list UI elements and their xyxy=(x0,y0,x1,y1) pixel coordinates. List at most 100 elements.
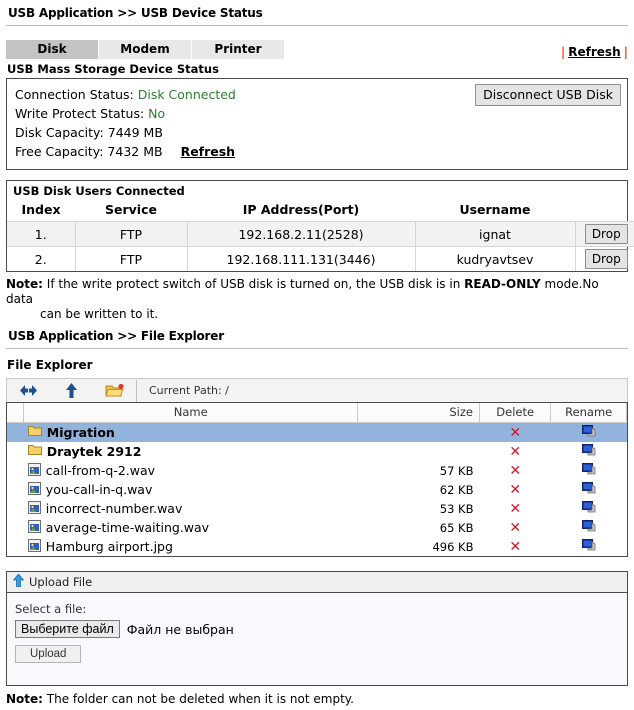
delete-icon[interactable]: ✕ xyxy=(509,540,521,554)
delete-cell[interactable]: ✕ xyxy=(479,518,550,537)
bottom-note-text: The folder can not be deleted when it is… xyxy=(42,692,354,706)
file-name-text: Hamburg airport.jpg xyxy=(45,539,173,554)
delete-cell[interactable]: ✕ xyxy=(479,422,551,442)
file-name-cell[interactable]: average-time-waiting.wav xyxy=(24,518,358,537)
tab-modem[interactable]: Modem xyxy=(99,40,192,59)
tab-disk-label: Disk xyxy=(37,42,67,56)
upload-file-body: Select a file: Выберите файл Файл не выб… xyxy=(7,593,627,685)
tab-printer-label: Printer xyxy=(214,42,262,56)
list-item[interactable]: Draytek 2912 ✕ xyxy=(7,442,627,461)
file-size-cell: 53 KB xyxy=(439,501,474,516)
users-col-index: Index xyxy=(21,202,61,217)
upload-button[interactable]: Upload xyxy=(15,645,82,663)
row-gutter xyxy=(7,537,24,556)
user-action-cell: Drop xyxy=(575,221,634,247)
delete-icon[interactable]: ✕ xyxy=(509,502,521,516)
tab-disk[interactable]: Disk xyxy=(6,40,99,59)
delete-icon[interactable]: ✕ xyxy=(509,521,521,535)
free-capacity-value: 7432 MB xyxy=(107,144,163,159)
free-capacity-label: Free Capacity: xyxy=(15,144,104,159)
rename-icon[interactable] xyxy=(581,425,596,440)
refresh-icon[interactable] xyxy=(7,380,50,402)
file-input-row: Выберите файл Файл не выбран xyxy=(15,620,619,638)
pipe-left: | xyxy=(560,45,566,59)
user-service: FTP xyxy=(75,246,188,271)
drop-button[interactable]: Drop xyxy=(584,249,628,269)
table-row: 2. FTP 192.168.111.131(3446) kudryavtsev… xyxy=(7,246,634,271)
file-col-gutter xyxy=(7,403,25,423)
file-header-row: Name Size Delete Rename xyxy=(7,403,627,423)
file-name-cell[interactable]: you-call-in-q.wav xyxy=(24,480,358,499)
delete-icon[interactable]: ✕ xyxy=(509,464,521,478)
file-size-cell: 62 KB xyxy=(439,482,474,497)
user-index: 2. xyxy=(7,246,76,271)
usb-disk-users-title: USB Disk Users Connected xyxy=(13,184,185,198)
delete-icon[interactable]: ✕ xyxy=(509,483,521,497)
refresh-link-capacity[interactable]: Refresh xyxy=(181,144,236,159)
file-size-cell xyxy=(358,442,480,461)
device-status-panel: Disconnect USB Disk Connection Status: D… xyxy=(6,78,628,170)
file-icon xyxy=(27,481,41,498)
rename-icon[interactable] xyxy=(581,444,596,459)
note-text-1: If the write protect switch of USB disk … xyxy=(42,277,465,291)
list-item[interactable]: call-from-q-2.wav 57 KB ✕ xyxy=(7,461,627,480)
current-path-label: Current Path: / xyxy=(149,384,229,397)
rename-cell[interactable] xyxy=(551,461,627,480)
user-service: FTP xyxy=(75,221,188,247)
delete-cell[interactable]: ✕ xyxy=(479,537,550,556)
new-folder-icon[interactable] xyxy=(93,380,136,402)
file-name-text: Migration xyxy=(46,425,115,440)
rename-icon[interactable] xyxy=(581,463,596,478)
file-name-cell[interactable]: Hamburg airport.jpg xyxy=(24,537,358,556)
rename-cell[interactable] xyxy=(551,442,627,461)
delete-cell[interactable]: ✕ xyxy=(479,480,550,499)
rename-icon[interactable] xyxy=(581,520,596,535)
delete-cell[interactable]: ✕ xyxy=(479,461,550,480)
user-index: 1. xyxy=(7,221,76,247)
tab-printer[interactable]: Printer xyxy=(192,40,285,59)
row-gutter xyxy=(7,422,24,442)
mass-storage-caption: USB Mass Storage Device Status xyxy=(7,62,219,76)
rename-cell[interactable] xyxy=(551,480,627,499)
rename-icon[interactable] xyxy=(581,482,596,497)
breadcrumb-file-explorer-text: USB Application >> File Explorer xyxy=(8,329,224,343)
refresh-link-top[interactable]: Refresh xyxy=(568,45,620,59)
user-username: kudryavtsev xyxy=(415,246,576,271)
note-line-2: can be written to it. xyxy=(40,307,159,321)
write-protect-label: Write Protect Status: xyxy=(15,106,145,121)
list-item[interactable]: incorrect-number.wav 53 KB ✕ xyxy=(7,499,627,518)
file-name-cell[interactable]: Migration xyxy=(23,422,358,442)
no-file-selected-text: Файл не выбран xyxy=(126,621,234,637)
delete-icon[interactable]: ✕ xyxy=(509,445,521,459)
rename-cell[interactable] xyxy=(551,518,627,537)
file-list-table: Name Size Delete Rename Migration ✕ Dray… xyxy=(7,403,627,556)
disconnect-usb-disk-button[interactable]: Disconnect USB Disk xyxy=(475,84,621,106)
delete-cell[interactable]: ✕ xyxy=(479,499,550,518)
file-name-cell[interactable]: call-from-q-2.wav xyxy=(24,461,358,480)
delete-icon[interactable]: ✕ xyxy=(509,426,521,440)
bottom-note-prefix: Note: xyxy=(6,692,43,706)
choose-file-button[interactable]: Выберите файл xyxy=(15,620,120,638)
user-ip: 192.168.2.11(2528) xyxy=(187,221,416,247)
drop-button[interactable]: Drop xyxy=(584,224,628,244)
file-col-name: Name xyxy=(23,403,359,423)
file-icon xyxy=(27,500,41,517)
disk-capacity-label: Disk Capacity: xyxy=(15,125,104,140)
list-item[interactable]: Migration ✕ xyxy=(7,422,627,442)
device-tab-bar: Disk Modem Printer | Refresh | xyxy=(6,40,628,59)
rename-cell[interactable] xyxy=(551,499,627,518)
list-item[interactable]: you-call-in-q.wav 62 KB ✕ xyxy=(7,480,627,499)
file-name-cell[interactable]: Draytek 2912 xyxy=(24,442,358,461)
up-arrow-icon[interactable] xyxy=(50,380,93,402)
pipe-right: | xyxy=(623,45,628,59)
list-item[interactable]: average-time-waiting.wav 65 KB ✕ xyxy=(7,518,627,537)
row-gutter xyxy=(7,480,24,499)
delete-cell[interactable]: ✕ xyxy=(479,442,550,461)
list-item[interactable]: Hamburg airport.jpg 496 KB ✕ xyxy=(7,537,627,556)
rename-cell[interactable] xyxy=(551,537,627,556)
file-name-cell[interactable]: incorrect-number.wav xyxy=(24,499,358,518)
rename-cell[interactable] xyxy=(550,422,627,442)
rename-icon[interactable] xyxy=(581,501,596,516)
folder-icon xyxy=(27,444,42,459)
rename-icon[interactable] xyxy=(581,539,596,554)
